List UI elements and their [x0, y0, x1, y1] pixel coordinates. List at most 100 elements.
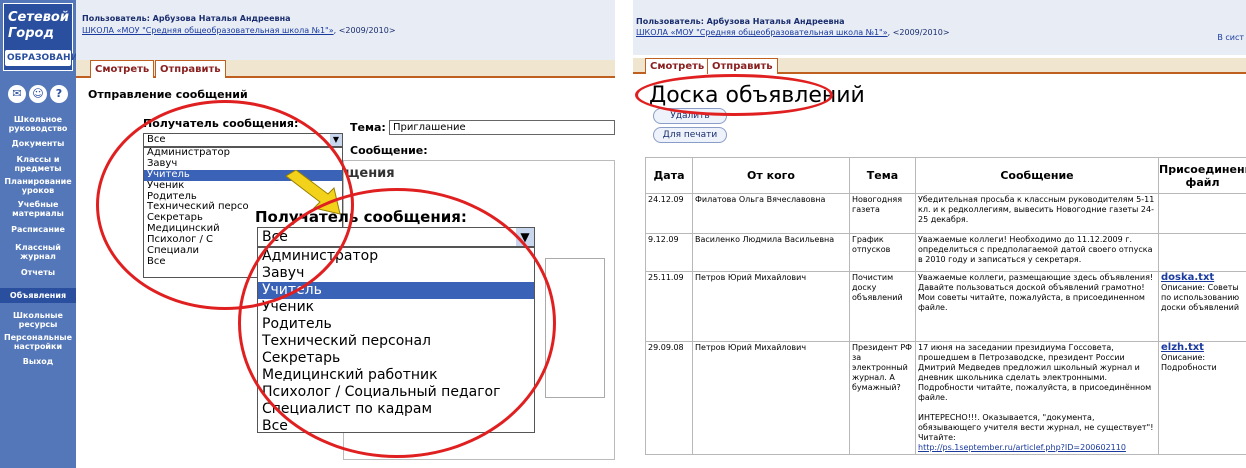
option-item[interactable]: Родитель — [258, 316, 534, 333]
chevron-down-icon[interactable]: ▼ — [516, 228, 534, 246]
zoom-recipient-select[interactable]: Все ▼ — [257, 227, 535, 247]
users-icon[interactable]: ☺ — [29, 85, 47, 103]
cell-file: elzh.txt Описание: Подробности — [1158, 341, 1246, 455]
recipient-label: Получатель сообщения: — [143, 117, 299, 130]
zoom-options-list[interactable]: Администратор Завуч Учитель Ученик Родит… — [257, 247, 535, 435]
theme-input[interactable]: Приглашение — [389, 120, 615, 135]
option-item[interactable]: Специалист по кадрам — [258, 401, 534, 418]
col-date: Дата — [645, 157, 693, 194]
cell-topic: График отпусков — [849, 233, 916, 272]
tab-view[interactable]: Смотреть — [90, 60, 155, 78]
print-button[interactable]: Для печати — [653, 127, 727, 143]
option-item[interactable]: Ученик — [258, 299, 534, 316]
left-screenshot: Сетевой Город ОБРАЗОВАНИЕ ✉ ☺ ? Школьное… — [0, 0, 615, 468]
zoom-recipient-label: Получатель сообщения: — [255, 208, 467, 226]
attachment-link[interactable]: elzh.txt — [1161, 343, 1204, 354]
sidebar-item-planning[interactable]: Планирование уроков — [0, 177, 76, 195]
cell-from: Петров Юрий Михайлович — [692, 271, 850, 342]
right-header: Пользователь: Арбузова Наталья Андреевна… — [633, 0, 1246, 55]
cell-from: Петров Юрий Михайлович — [692, 341, 850, 455]
table-header-row: Дата От кого Тема Сообщение Присоединенн… — [645, 157, 1246, 194]
sidebar-item-exit[interactable]: Выход — [0, 357, 76, 366]
col-file: Присоединенный файл — [1158, 157, 1246, 194]
sidebar-item-management[interactable]: Школьное руководство — [0, 115, 76, 133]
logo-line2: Город — [8, 26, 54, 41]
sidebar-item-reports[interactable]: Отчеты — [0, 268, 76, 277]
table-row: 29.09.08 Петров Юрий Михайлович Президен… — [645, 341, 1246, 455]
theme-label: Тема: — [350, 121, 386, 134]
school-line: ШКОЛА «МОУ "Средняя общеобразовательная … — [82, 26, 396, 35]
tab-send[interactable]: Отправить — [707, 58, 778, 74]
delete-button[interactable]: Удалить — [653, 108, 727, 124]
right-screenshot: Пользователь: Арбузова Наталья Андреевна… — [633, 0, 1246, 468]
col-from: От кого — [692, 157, 850, 194]
header-corner-text: В сист — [1217, 33, 1244, 42]
cell-topic: Президент РФ за электронный журнал. А бу… — [849, 341, 916, 455]
attachment-description: Описание: Советы по использованию доски … — [1161, 283, 1240, 312]
option-item[interactable]: Психолог / Социальный педагог — [258, 384, 534, 401]
cell-file — [1158, 233, 1246, 272]
user-name: Пользователь: Арбузова Наталья Андреевна — [82, 14, 291, 23]
sidebar-item-schedule[interactable]: Расписание — [0, 225, 76, 234]
right-tab-bar: Смотреть Отправить — [633, 58, 1246, 74]
sidebar-item-journal[interactable]: Классный журнал — [0, 243, 76, 261]
sidebar-item-classes[interactable]: Классы и предметы — [0, 155, 76, 173]
sidebar-item-materials[interactable]: Учебные материалы — [0, 200, 76, 218]
message-extra: ИНТЕРЕСНО!!!. Оказывается, "документа, о… — [918, 413, 1154, 442]
chevron-down-icon[interactable]: ▼ — [330, 134, 342, 146]
tab-view[interactable]: Смотреть — [645, 58, 710, 74]
partial-label: щения — [345, 166, 395, 181]
cell-message: Уважаемые коллеги, размещающие здесь объ… — [915, 271, 1159, 342]
option-item[interactable]: Технический персонал — [258, 333, 534, 350]
option-item-selected[interactable]: Учитель — [258, 282, 534, 299]
zoom-recipient-value: Все — [262, 229, 288, 245]
school-year: , <2009/2010> — [887, 28, 950, 37]
logo-line3: ОБРАЗОВАНИЕ — [5, 50, 84, 66]
cell-from: Филатова Ольга Вячеславовна — [692, 193, 850, 234]
cell-date: 25.11.09 — [645, 271, 693, 342]
cell-topic: Новогодняя газета — [849, 193, 916, 234]
cell-file: doska.txt Описание: Советы по использова… — [1158, 271, 1246, 342]
logo-line1: Сетевой — [8, 10, 69, 25]
table-row: 9.12.09 Василенко Людмила Васильевна Гра… — [645, 233, 1246, 272]
announcements-table: Дата От кого Тема Сообщение Присоединенн… — [645, 157, 1246, 455]
option-item[interactable]: Секретарь — [258, 350, 534, 367]
cell-date: 9.12.09 — [645, 233, 693, 272]
cell-from: Василенко Людмила Васильевна — [692, 233, 850, 272]
page-title: Отправление сообщений — [88, 88, 248, 101]
recipient-select[interactable]: Все ▼ — [143, 133, 343, 147]
school-link[interactable]: ШКОЛА «МОУ "Средняя общеобразовательная … — [82, 26, 334, 35]
table-row: 24.12.09 Филатова Ольга Вячеславовна Нов… — [645, 193, 1246, 234]
attachment-link[interactable]: doska.txt — [1161, 273, 1214, 284]
page-title: Доска объявлений — [649, 83, 865, 108]
school-line: ШКОЛА «МОУ "Средняя общеобразовательная … — [636, 28, 950, 37]
message-label: Сообщение: — [350, 144, 428, 157]
option-item[interactable]: Все — [258, 418, 534, 435]
cell-message: 17 июня на заседании президиума Госсовет… — [915, 341, 1159, 455]
table-row: 25.11.09 Петров Юрий Михайлович Почистим… — [645, 271, 1246, 342]
option-item[interactable]: Медицинский работник — [258, 367, 534, 384]
help-icon[interactable]: ? — [50, 85, 68, 103]
sidebar-item-settings[interactable]: Персональные настройки — [0, 333, 76, 351]
school-link[interactable]: ШКОЛА «МОУ "Средняя общеобразовательная … — [636, 28, 888, 37]
option-item[interactable]: Завуч — [258, 265, 534, 282]
option-item[interactable]: Администратор — [258, 248, 534, 265]
cell-message: Уважаемые коллеги! Необходимо до 11.12.2… — [915, 233, 1159, 272]
left-header: Пользователь: Арбузова Наталья Андреевна… — [76, 0, 615, 60]
sidebar-item-announcements[interactable]: Объявления — [0, 288, 76, 303]
app-logo[interactable]: Сетевой Город ОБРАЗОВАНИЕ — [3, 3, 84, 71]
sidebar-item-resources[interactable]: Школьные ресурсы — [0, 311, 76, 329]
col-message: Сообщение — [915, 157, 1159, 194]
zoom-side-box — [545, 258, 605, 398]
cell-message: Убедительная просьба к классным руководи… — [915, 193, 1159, 234]
message-link[interactable]: http://ps.1september.ru/articlef.php?ID=… — [918, 443, 1126, 452]
user-name: Пользователь: Арбузова Наталья Андреевна — [636, 17, 845, 26]
sidebar: Сетевой Город ОБРАЗОВАНИЕ ✉ ☺ ? Школьное… — [0, 0, 84, 468]
cell-date: 24.12.09 — [645, 193, 693, 234]
tab-send[interactable]: Отправить — [155, 60, 226, 78]
col-topic: Тема — [849, 157, 916, 194]
mail-icon[interactable]: ✉ — [8, 85, 26, 103]
sidebar-item-documents[interactable]: Документы — [0, 139, 76, 148]
cell-date: 29.09.08 — [645, 341, 693, 455]
cell-file — [1158, 193, 1246, 234]
